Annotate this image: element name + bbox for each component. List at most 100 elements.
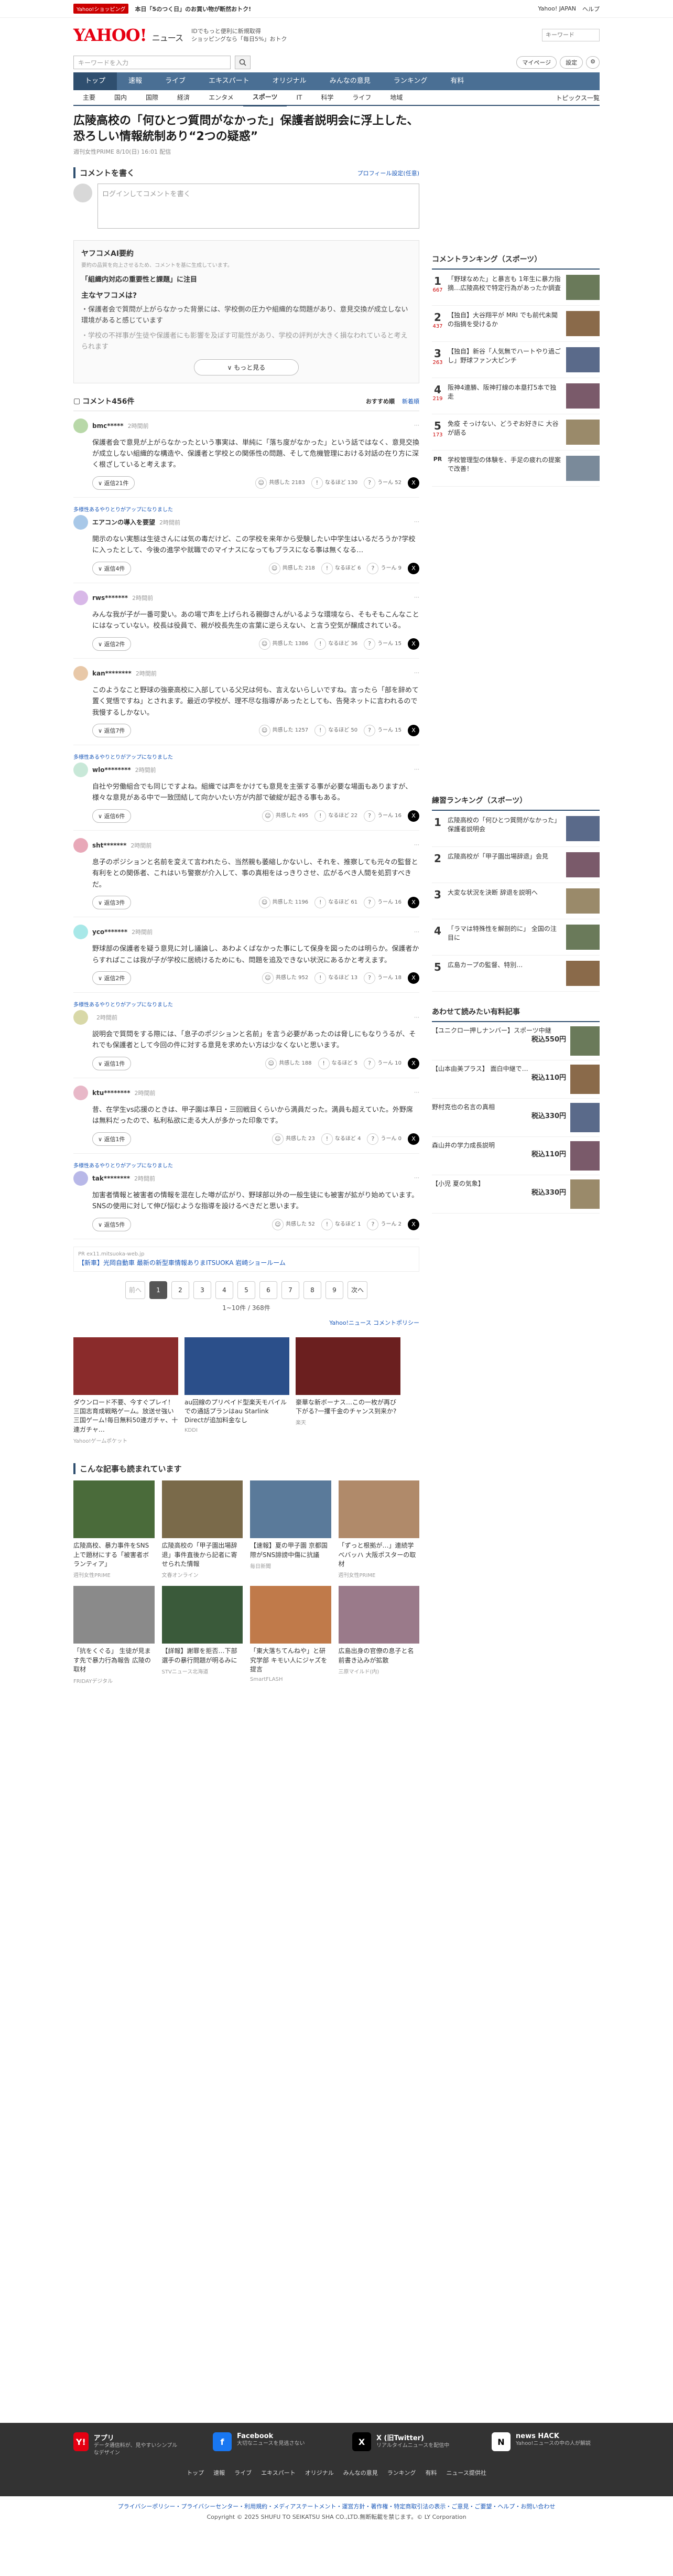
x-share-icon[interactable]: X <box>408 897 419 909</box>
react-hmm-button[interactable]: ? うーん 10 <box>364 1057 401 1069</box>
paid-item[interactable]: 【ユニクロ一押しナンバー】スポーツ中継 税込550円 <box>432 1022 600 1060</box>
reply-button[interactable]: ∨ 返信3件 <box>92 896 131 910</box>
react-hmm-button[interactable]: ? うーん 15 <box>364 724 401 736</box>
reply-button[interactable]: ∨ 返信21件 <box>92 476 135 490</box>
react-empathy-button[interactable]: ☺ 共感した 188 <box>265 1057 312 1069</box>
pager-page-7[interactable]: 7 <box>281 1281 299 1299</box>
avatar[interactable] <box>73 1171 88 1186</box>
gnav-opinion[interactable]: みんなの意見 <box>318 72 382 90</box>
header-search-input[interactable] <box>542 29 600 41</box>
pager-page-5[interactable]: 5 <box>237 1281 255 1299</box>
profile-link[interactable]: プロフィール設定(任意) <box>357 169 419 177</box>
gnav-flash[interactable]: 速報 <box>117 72 154 90</box>
more-menu-icon[interactable]: ⋯ <box>414 1015 419 1021</box>
react-hmm-button[interactable]: ? うーん 0 <box>367 1133 401 1145</box>
reply-button[interactable]: ∨ 返信4件 <box>92 561 131 575</box>
reply-button[interactable]: ∨ 返信7件 <box>92 723 131 737</box>
paid-item[interactable]: 【山本由美プラス】 面白中継で… 税込110円 <box>432 1060 600 1099</box>
avatar[interactable] <box>73 590 88 605</box>
footer-nav-item[interactable]: トップ <box>187 2468 204 2477</box>
snav-intl[interactable]: 国際 <box>136 90 168 105</box>
ranking-item[interactable]: 5 広島カープの監督、特別… <box>432 956 600 992</box>
pager-page-9[interactable]: 9 <box>325 1281 343 1299</box>
react-insight-button[interactable]: ! なるほど 36 <box>314 638 357 650</box>
avatar[interactable] <box>73 514 88 530</box>
ranking-item[interactable]: 4 「ラマは特殊性を解剖的に」 全国の注目に <box>432 919 600 956</box>
rec-item[interactable]: 「東大落ちてんねや」と研究学部 キモい人にジャズを提言 SmartFLASH <box>250 1586 331 1684</box>
rec-item[interactable]: 【速報】夏の甲子園 京都国際がSNS誹謗中傷に抗議 毎日新聞 <box>250 1480 331 1579</box>
comment-user[interactable]: kan******** <box>92 670 132 677</box>
gnav-ranking[interactable]: ランキング <box>382 72 439 90</box>
article-title[interactable]: 広陵高校の「何ひとつ質問がなかった」保護者説明会に浮上した、恐ろしい情報統制あり… <box>73 113 419 144</box>
react-insight-button[interactable]: ! なるほど 6 <box>321 562 361 574</box>
react-empathy-button[interactable]: ☺ 共感した 952 <box>262 972 308 984</box>
settings-button[interactable]: 設定 <box>560 56 583 69</box>
more-menu-icon[interactable]: ⋯ <box>414 423 419 428</box>
ranking-item[interactable]: 2 広陵高校が「甲子園出場辞退」会見 <box>432 847 600 883</box>
react-hmm-button[interactable]: ? うーん 15 <box>364 638 401 650</box>
react-hmm-button[interactable]: ? うーん 18 <box>364 972 401 984</box>
snav-sports[interactable]: スポーツ <box>243 89 287 106</box>
rec-item[interactable]: 「抗をくぐる」 生徒が見ます先で暴力行為報告 広陵の取材 FRIDAYデジタル <box>73 1586 155 1684</box>
x-share-icon[interactable]: X <box>408 1057 419 1069</box>
more-menu-icon[interactable]: ⋯ <box>414 929 419 935</box>
paid-item[interactable]: 森山井の学力成長説明 税込110円 <box>432 1137 600 1175</box>
more-menu-icon[interactable]: ⋯ <box>414 842 419 848</box>
comment-textarea[interactable]: ログインしてコメントを書く <box>97 184 419 229</box>
react-empathy-button[interactable]: ☺ 共感した 2183 <box>255 477 305 489</box>
snav-science[interactable]: 科学 <box>311 90 343 105</box>
sort-recommended[interactable]: おすすめ順 <box>366 397 395 405</box>
topbar-link-yahoo[interactable]: Yahoo! JAPAN <box>538 5 576 12</box>
reply-button[interactable]: ∨ 返信2件 <box>92 637 131 651</box>
x-share-icon[interactable]: X <box>408 972 419 984</box>
react-insight-button[interactable]: ! なるほど 61 <box>314 897 357 909</box>
comment-policy-link[interactable]: Yahoo!ニュース コメントポリシー <box>329 1319 419 1326</box>
pr-item[interactable]: PR 学校管理型の体験を、手足の疲れの提案で改善！ <box>432 450 600 487</box>
paid-item[interactable]: 野村克也の名言の真相 税込330円 <box>432 1099 600 1137</box>
react-hmm-button[interactable]: ? うーん 16 <box>364 810 401 822</box>
footer-nav-item[interactable]: ニュース提供社 <box>446 2468 486 2477</box>
snav-economy[interactable]: 経済 <box>168 90 199 105</box>
footer-x[interactable]: XX (旧Twitter) リアルタイムニュースを配信中 <box>352 2432 460 2457</box>
ranking-item[interactable]: 5 173 免疫 そっけない、どうぞお好きに 大谷が語る <box>432 414 600 450</box>
tagline-2[interactable]: ショッピングなら「毎日5%」おトク <box>191 35 287 43</box>
avatar[interactable] <box>73 1010 88 1025</box>
rec-item[interactable]: 【詳報】謝罪を拒否…下部選手の暴行問題が明るみに STVニュース北海道 <box>161 1586 243 1684</box>
gnav-paid[interactable]: 有料 <box>439 72 475 90</box>
shop-badge[interactable]: Yahoo!ショッピング <box>73 4 129 14</box>
search-button[interactable] <box>235 56 251 69</box>
mypage-button[interactable]: マイページ <box>516 56 557 69</box>
ranking-item[interactable]: 4 219 阪神4連勝、阪神打線の本塁打5本で独走 <box>432 378 600 414</box>
react-empathy-button[interactable]: ☺ 共感した 1386 <box>258 638 308 650</box>
avatar[interactable] <box>73 1085 88 1100</box>
ranking-item[interactable]: 3 263 【独自】新谷「人気無でハートやり過ごし」野球ファン大ピンチ <box>432 342 600 378</box>
rec-item[interactable]: 広陵高校、暴力事件をSNS上で題材にする「被害者ボランティア」 週刊女性PRIME <box>73 1480 155 1579</box>
more-menu-icon[interactable]: ⋯ <box>414 519 419 525</box>
comment-user[interactable]: tak******** <box>92 1175 130 1182</box>
footer-nav-item[interactable]: ランキング <box>387 2468 416 2477</box>
react-empathy-button[interactable]: ☺ 共感した 52 <box>272 1218 315 1230</box>
reply-button[interactable]: ∨ 返信2件 <box>92 971 131 985</box>
avatar[interactable] <box>73 762 88 777</box>
comment-user[interactable]: エアコンの導入を要望 <box>92 518 155 527</box>
topics-link[interactable]: トピックス一覧 <box>556 93 600 102</box>
search-input[interactable]: キーワードを入力 <box>73 56 231 69</box>
footer-nav-item[interactable]: エキスパート <box>261 2468 296 2477</box>
footer-app[interactable]: Y! アプリ データ通信料が、見やすいシンプルなデザイン <box>73 2432 181 2457</box>
avatar[interactable] <box>73 925 88 940</box>
avatar[interactable] <box>73 666 88 681</box>
pager-page-1[interactable]: 1 <box>149 1281 167 1299</box>
footer-facebook[interactable]: f Facebook 大切なニュースを見逃さない <box>213 2432 321 2457</box>
x-share-icon[interactable]: X <box>408 1133 419 1145</box>
snav-it[interactable]: IT <box>287 90 311 105</box>
pr-banner[interactable]: PR ex11.mitsuoka-web.jp 【新車】光岡自動車 最新の新型車… <box>73 1246 419 1272</box>
ad-card[interactable]: 豪華な新ボーナス…この一枚が再び下がる?一攫千金のチャンス到来か? 楽天 <box>296 1337 400 1445</box>
react-hmm-button[interactable]: ? うーん 52 <box>364 477 401 489</box>
react-insight-button[interactable]: ! なるほど 130 <box>311 477 357 489</box>
snav-life[interactable]: ライフ <box>343 90 381 105</box>
avatar[interactable] <box>73 418 88 433</box>
footer-nav-item[interactable]: オリジナル <box>305 2468 334 2477</box>
ad-card[interactable]: au回線のプリペイド型楽天モバイルでの通話プランはau Starlink Dir… <box>184 1337 289 1445</box>
logo[interactable]: YAHOO! ニュース <box>73 25 183 45</box>
react-hmm-button[interactable]: ? うーん 2 <box>367 1218 401 1230</box>
